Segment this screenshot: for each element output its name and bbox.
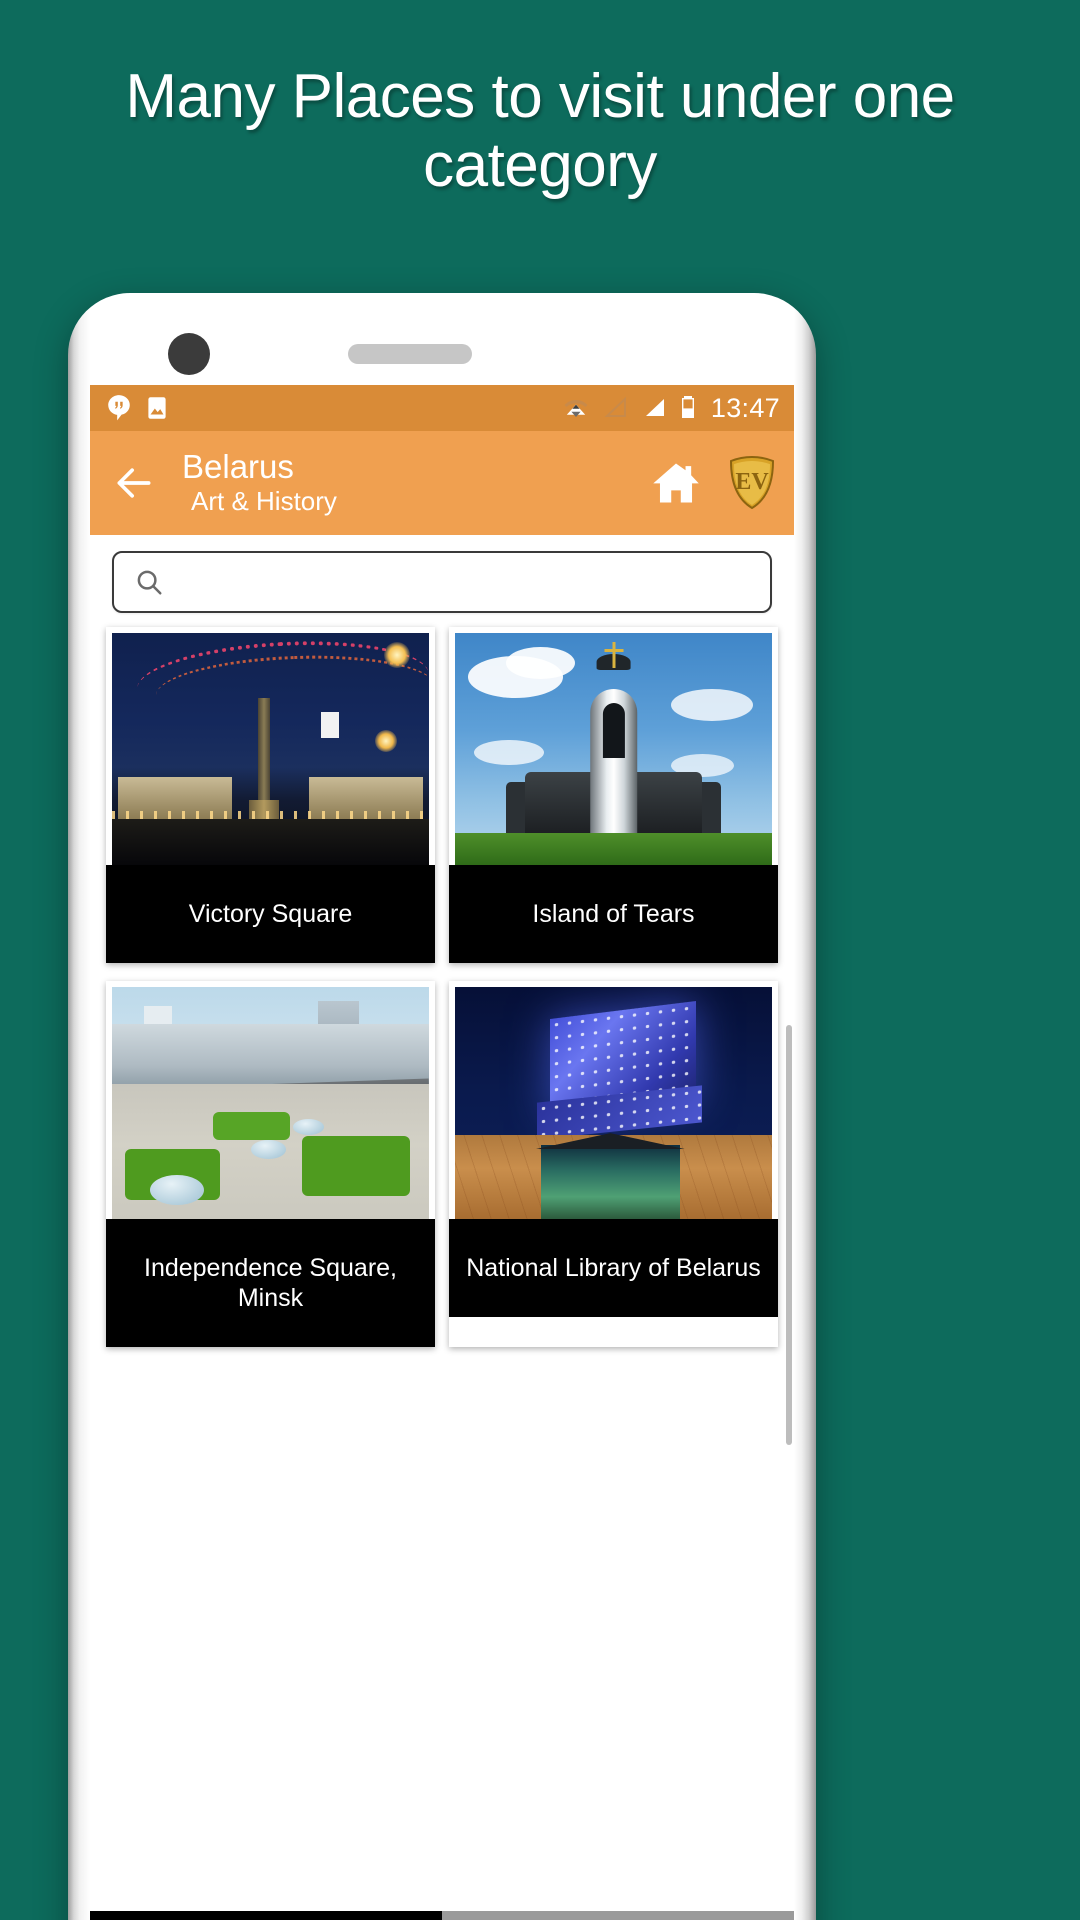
place-image-victory-square — [112, 633, 429, 865]
wifi-icon — [564, 400, 588, 417]
sort-by-popularity-button[interactable]: BY POPULARITY — [90, 1911, 442, 1920]
status-bar: 13:47 — [90, 385, 794, 431]
search-section — [90, 535, 794, 627]
earpiece-speaker — [348, 344, 472, 364]
svg-text:EV: EV — [735, 469, 769, 495]
app-bar: Belarus Art & History EV — [90, 431, 794, 535]
promo-headline: Many Places to visit under one category — [125, 62, 955, 201]
hangouts-icon — [108, 395, 130, 421]
image-icon — [148, 397, 166, 419]
status-bar-right-icons: 13:47 — [561, 393, 780, 424]
sort-bar: BY POPULARITY BY ALPHABETS — [90, 1911, 794, 1920]
phone-top-bezel — [90, 311, 794, 385]
places-grid: Victory Square Island of Tears Independe… — [90, 627, 794, 1347]
search-input[interactable] — [178, 567, 750, 597]
search-icon — [137, 570, 162, 595]
place-card[interactable]: Island of Tears — [449, 627, 778, 963]
place-card[interactable]: National Library of Belarus — [449, 981, 778, 1347]
island-of-tears-illustration — [455, 633, 772, 865]
scrollbar[interactable] — [786, 1025, 792, 1445]
place-card-label: National Library of Belarus — [449, 1219, 778, 1317]
back-arrow-icon[interactable] — [112, 461, 156, 505]
signal-full-icon — [645, 399, 664, 416]
phone-mockup: 13:47 Belarus Art & History EV Victory S… — [68, 293, 816, 1920]
place-card-label: Island of Tears — [449, 865, 778, 963]
national-library-illustration — [455, 987, 772, 1219]
place-image-national-library — [455, 987, 772, 1219]
place-card[interactable]: Independence Square, Minsk — [106, 981, 435, 1347]
place-card[interactable]: Victory Square — [106, 627, 435, 963]
app-bar-actions: EV — [650, 455, 776, 511]
place-card-label: Victory Square — [106, 865, 435, 963]
place-image-independence-square — [112, 987, 429, 1219]
status-bar-clock: 13:47 — [710, 392, 780, 423]
app-screen: 13:47 Belarus Art & History EV Victory S… — [90, 385, 794, 1920]
brand-logo-icon[interactable]: EV — [728, 455, 776, 511]
place-card-label: Independence Square, Minsk — [106, 1219, 435, 1347]
place-image-island-of-tears — [455, 633, 772, 865]
status-bar-left-icons — [106, 394, 170, 422]
front-camera-icon — [168, 333, 210, 375]
battery-icon — [681, 396, 694, 418]
signal-empty-icon — [604, 396, 626, 417]
home-icon[interactable] — [650, 457, 702, 509]
phone-screen-container: 13:47 Belarus Art & History EV Victory S… — [90, 311, 794, 1920]
page-subtitle: Art & History — [191, 485, 337, 516]
victory-square-illustration — [112, 633, 429, 865]
sort-by-alphabets-button[interactable]: BY ALPHABETS — [442, 1911, 794, 1920]
search-box[interactable] — [112, 551, 772, 613]
app-bar-titles: Belarus Art & History — [182, 449, 337, 517]
independence-square-illustration — [112, 987, 429, 1219]
page-title: Belarus — [182, 447, 294, 485]
